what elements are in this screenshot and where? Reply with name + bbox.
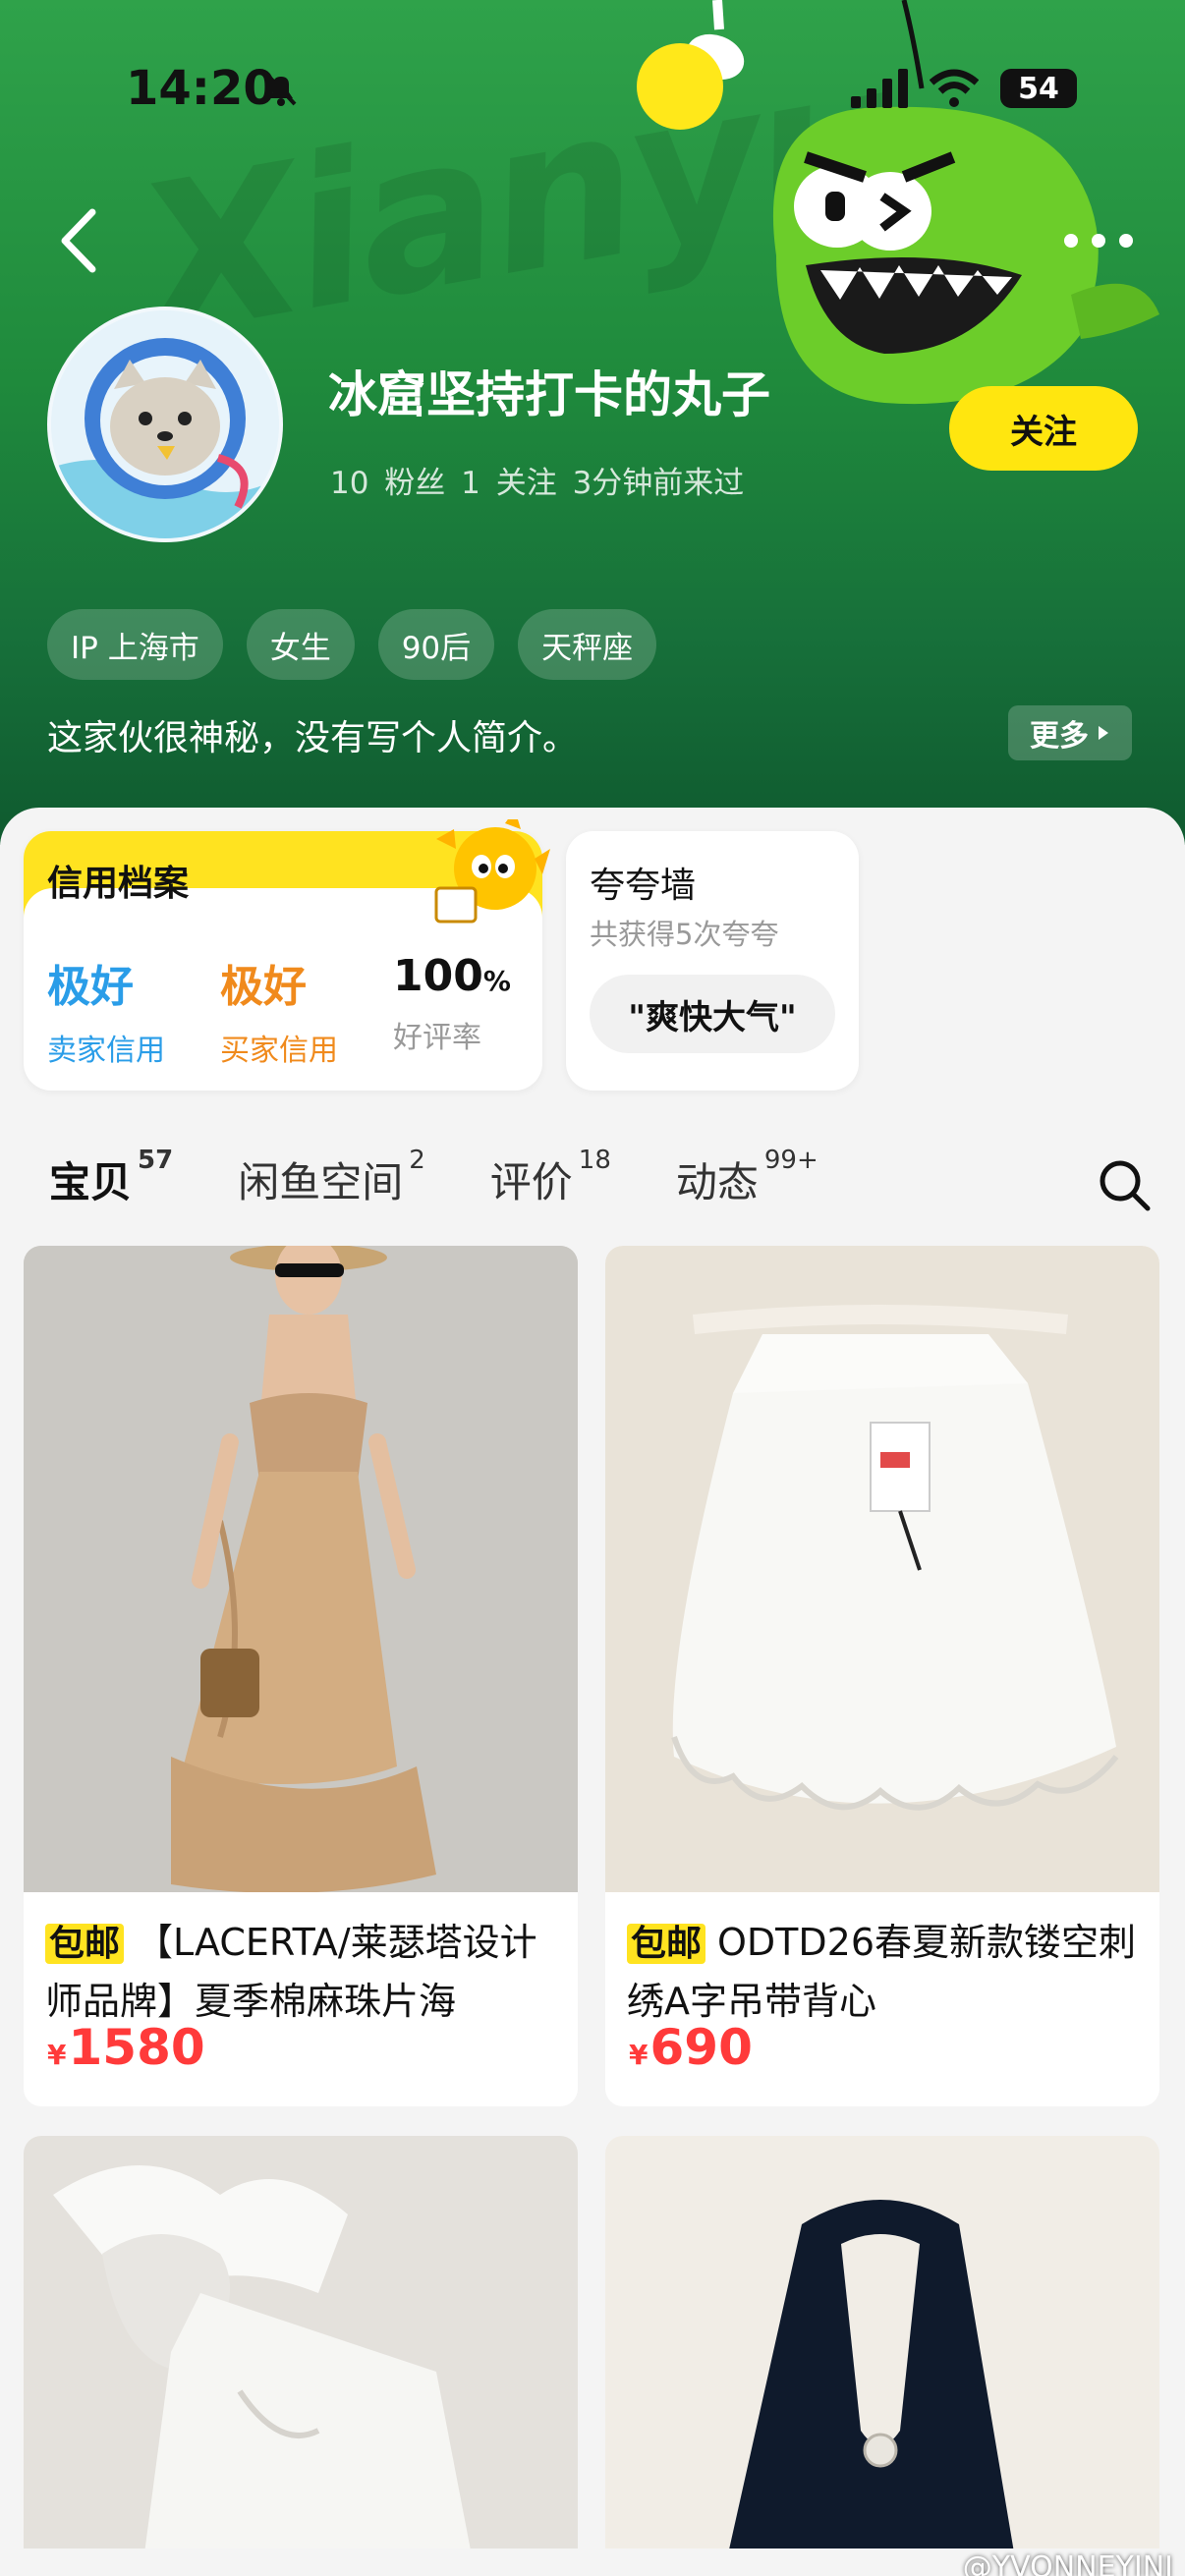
seller-credit-label: 卖家信用 — [47, 1034, 165, 1068]
credit-metrics: 极好 卖家信用 极好 买家信用 100% 好评率 — [24, 951, 542, 1069]
more-options-icon[interactable] — [1059, 221, 1138, 260]
weibo-watermark: @YVONNEYINJ — [962, 2550, 1173, 2576]
product-image[interactable] — [24, 2136, 578, 2548]
product-image — [24, 1246, 578, 1892]
buyer-credit-label: 买家信用 — [220, 1034, 338, 1068]
tag-ip-location: IP 上海市 — [47, 609, 223, 680]
mascot-illustration — [637, 0, 1159, 405]
buyer-credit-value: 极好 — [220, 962, 307, 1012]
back-icon[interactable] — [55, 206, 104, 275]
product-card[interactable]: 包邮 ODTD26春夏新款镂空刺绣A字吊带背心 ¥690 — [605, 1246, 1159, 2106]
wifi-icon — [930, 69, 979, 107]
play-arrow-icon — [1099, 726, 1108, 740]
praise-chip: "爽快大气" — [590, 975, 835, 1053]
more-label: 更多 — [1030, 719, 1089, 754]
product-image[interactable] — [605, 2136, 1159, 2548]
profile-header: Xianyu 14:20 54 冰窟坚持打卡的丸子 10 粉丝 1 关注 3分钟… — [0, 0, 1185, 845]
product-title: 包邮 【LACERTA/莱瑟塔设计师品牌】夏季棉麻珠片海 — [45, 1921, 537, 2020]
product-card[interactable]: 包邮 【LACERTA/莱瑟塔设计师品牌】夏季棉麻珠片海 ¥1580 — [24, 1246, 578, 2106]
praise-wall-card[interactable]: 夸夸墙 共获得5次夸夸 "爽快大气" — [566, 831, 859, 1091]
search-icon[interactable] — [1097, 1157, 1152, 1212]
status-indicators: 54 — [851, 69, 1077, 108]
tag-zodiac: 天秤座 — [518, 609, 657, 680]
positive-rate: 100% 好评率 — [369, 951, 542, 1069]
seller-credit-value: 极好 — [47, 962, 134, 1012]
battery-indicator: 54 — [1000, 69, 1077, 108]
product-price: ¥690 — [629, 2019, 753, 2076]
seller-credit: 极好 卖家信用 — [24, 951, 197, 1069]
avatar[interactable] — [47, 307, 283, 542]
more-button[interactable]: 更多 — [1008, 705, 1132, 760]
free-shipping-badge: 包邮 — [627, 1924, 706, 1964]
praise-title: 夸夸墙 — [590, 866, 697, 906]
tab-reviews[interactable]: 评价 18 — [490, 1146, 611, 1209]
tab-space[interactable]: 闲鱼空间 2 — [238, 1146, 425, 1209]
mute-bell-icon — [265, 73, 297, 106]
sun-mascot-icon — [434, 819, 550, 924]
status-time: 14:20 — [126, 61, 276, 116]
user-stats: 10 粉丝 1 关注 3分钟前来过 — [330, 466, 745, 501]
signal-icon — [851, 69, 908, 108]
bio-text: 这家伙很神秘，没有写个人简介。 — [47, 718, 579, 758]
tab-activity[interactable]: 动态 99+ — [676, 1146, 818, 1209]
username: 冰窟坚持打卡的丸子 — [328, 366, 770, 423]
positive-rate-value: 100% — [393, 951, 511, 1001]
praise-subtitle: 共获得5次夸夸 — [590, 918, 779, 951]
credit-title: 信用档案 — [47, 864, 190, 904]
positive-rate-label: 好评率 — [393, 1021, 481, 1055]
profile-tabs: 宝贝 57 闲鱼空间 2 评价 18 动态 99+ — [49, 1146, 883, 1209]
tab-items[interactable]: 宝贝 57 — [49, 1146, 173, 1209]
product-title: 包邮 ODTD26春夏新款镂空刺绣A字吊带背心 — [627, 1921, 1137, 2020]
product-image — [605, 1246, 1159, 1892]
free-shipping-badge: 包邮 — [45, 1924, 125, 1964]
follow-button[interactable]: 关注 — [949, 386, 1138, 471]
profile-tags: IP 上海市 女生 90后 天秤座 — [47, 609, 657, 680]
product-price: ¥1580 — [47, 2019, 205, 2076]
tag-gender: 女生 — [246, 609, 355, 680]
tag-age-group: 90后 — [377, 609, 495, 680]
buyer-credit: 极好 买家信用 — [197, 951, 369, 1069]
